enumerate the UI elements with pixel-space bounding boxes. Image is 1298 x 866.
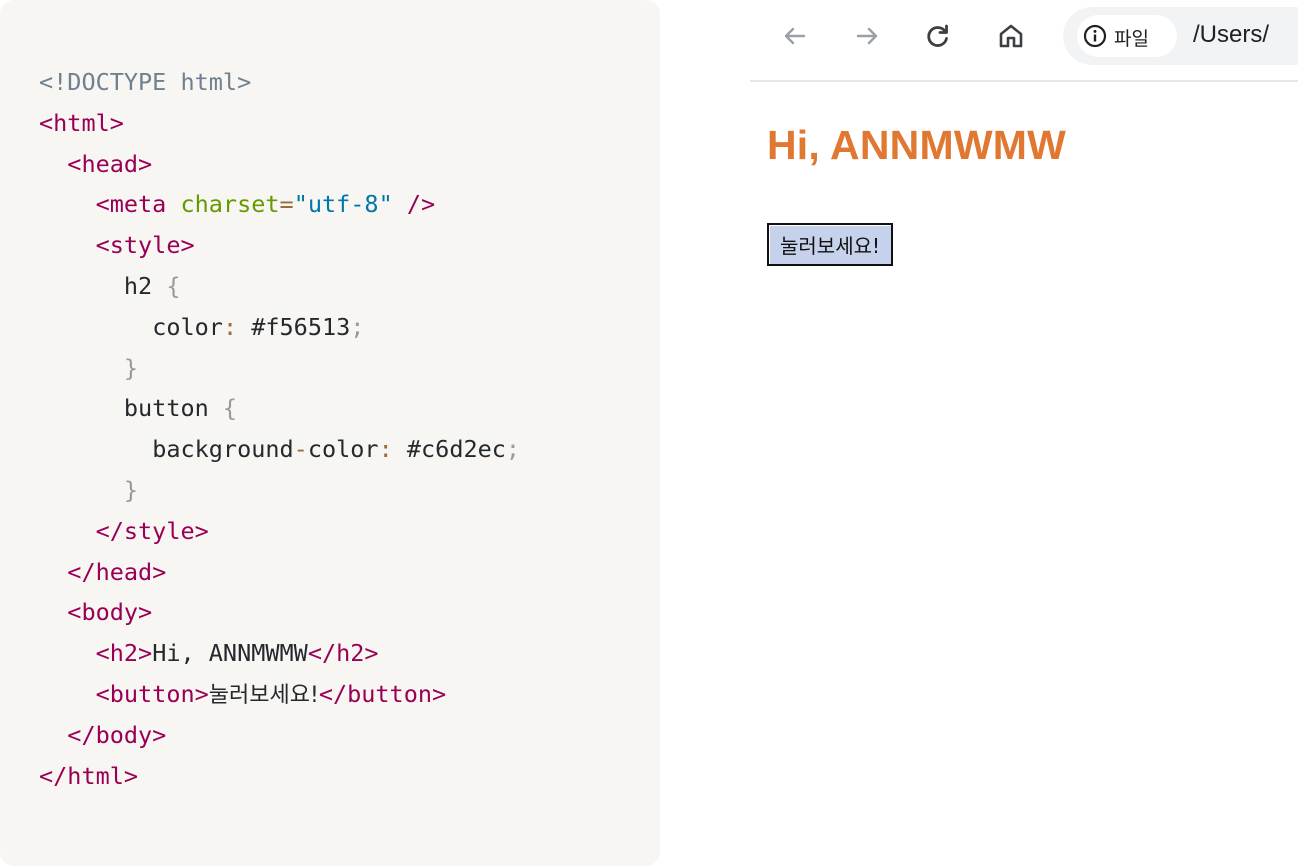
site-info-chip[interactable]: 파일 <box>1077 15 1177 57</box>
code-token: color <box>152 312 223 341</box>
code-token: <body> <box>67 598 153 627</box>
code-token: = <box>279 190 294 219</box>
code-line: <head> <box>39 144 520 185</box>
page-heading: Hi, ANNMWMW <box>767 122 1066 168</box>
code-token: } <box>123 475 139 504</box>
page-content: Hi, ANNMWMW 눌러보세요! <box>750 82 1298 866</box>
forward-button[interactable] <box>849 18 885 54</box>
code-block: <!DOCTYPE html> <html> <head> <meta chars… <box>39 62 520 796</box>
code-token: } <box>123 353 139 382</box>
code-line: </html> <box>39 756 520 797</box>
browser-window: 파일 /Users/ Hi, ANNMWMW 눌러보세요! <box>750 0 1298 866</box>
code-token: { <box>152 271 181 300</box>
code-token: - <box>293 435 308 464</box>
code-token: <h2> <box>95 639 153 668</box>
home-icon <box>999 24 1023 48</box>
code-token: h2 <box>123 271 153 300</box>
code-token: <html> <box>39 108 124 137</box>
arrow-right-icon <box>856 27 878 45</box>
code-token: <style> <box>95 231 195 260</box>
code-token: color <box>307 435 379 464</box>
reload-icon <box>927 24 948 47</box>
code-token: <!DOCTYPE html> <box>39 68 252 96</box>
code-token: </body> <box>67 720 167 749</box>
code-token: "utf-8" <box>293 190 393 219</box>
url-text[interactable]: /Users/ <box>1193 21 1269 49</box>
code-token: </h2> <box>307 639 379 668</box>
code-line: <h2>Hi, ANNMWMW</h2> <box>39 633 520 674</box>
address-bar[interactable]: 파일 /Users/ <box>1063 7 1298 65</box>
code-token: : <box>222 312 238 341</box>
reload-button[interactable] <box>920 18 956 54</box>
code-token: 눌러보세요! <box>208 682 319 708</box>
code-line: background-color: #c6d2ec; <box>39 429 520 470</box>
code-token: <button> <box>95 679 209 708</box>
code-line: <!DOCTYPE html> <box>39 62 520 103</box>
code-line: </style> <box>39 511 520 552</box>
code-token: </html> <box>39 761 139 790</box>
code-line: <style> <box>39 225 520 266</box>
code-token: button <box>123 394 209 423</box>
arrow-left-icon <box>784 27 806 45</box>
code-line: } <box>39 470 520 511</box>
back-button[interactable] <box>777 18 813 54</box>
code-line: h2 { <box>39 266 520 307</box>
code-token: </head> <box>67 557 167 586</box>
code-token: #f56513 <box>237 312 351 341</box>
code-line: <meta charset="utf-8" /> <box>39 184 520 225</box>
code-line: <body> <box>39 592 520 633</box>
home-button[interactable] <box>993 18 1029 54</box>
code-line: button { <box>39 388 520 429</box>
code-line: color: #f56513; <box>39 307 520 348</box>
info-icon <box>1083 24 1107 48</box>
code-token: /> <box>392 190 436 219</box>
code-token: { <box>208 394 238 423</box>
code-token: </button> <box>318 679 447 708</box>
code-token: <meta <box>95 190 181 219</box>
browser-toolbar: 파일 /Users/ <box>750 0 1298 82</box>
code-line: } <box>39 348 520 389</box>
code-token: <head> <box>67 149 153 178</box>
code-line: <button>눌러보세요!</button> <box>39 674 520 715</box>
code-token: </style> <box>95 516 209 545</box>
code-line: </body> <box>39 715 520 756</box>
code-token: background <box>152 435 294 464</box>
code-line: </head> <box>39 552 520 593</box>
code-token: #c6d2ec <box>392 435 506 464</box>
press-button[interactable]: 눌러보세요! <box>767 223 894 266</box>
code-panel: <!DOCTYPE html> <html> <head> <meta chars… <box>0 0 660 866</box>
code-token: ; <box>505 435 521 464</box>
code-token: : <box>378 435 393 464</box>
code-token: Hi, ANNMWMW <box>152 639 308 668</box>
code-token: ; <box>350 312 365 341</box>
code-token: charset <box>180 190 280 219</box>
code-line: <html> <box>39 103 520 144</box>
chip-label: 파일 <box>1114 28 1149 50</box>
